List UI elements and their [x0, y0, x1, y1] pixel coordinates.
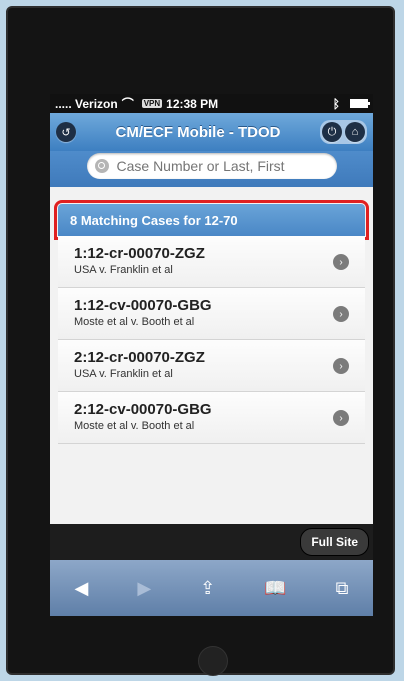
chevron-right-icon: ›	[333, 410, 349, 426]
browser-back-icon[interactable]: ◀	[74, 578, 88, 599]
case-parties: Moste et al v. Booth et al	[74, 316, 195, 328]
search-bar	[50, 151, 373, 187]
power-icon[interactable]: ⏻	[322, 122, 342, 142]
case-number: 1:12-cr-00070-ZGZ	[74, 245, 205, 262]
case-number: 1:12-cv-00070-GBG	[74, 297, 212, 314]
share-icon[interactable]: ⇪	[200, 578, 215, 599]
list-item[interactable]: 1:12-cr-00070-ZGZ USA v. Franklin et al …	[58, 236, 365, 288]
page-title: CM/ECF Mobile - TDOD	[115, 123, 281, 141]
back-icon[interactable]: ↺	[56, 122, 76, 142]
bluetooth-icon: ᛒ	[332, 96, 340, 111]
phone-frame: ..... Verizon ⌒ VPN 12:38 PM ᛒ ↺ CM/ECF …	[6, 6, 395, 676]
search-field[interactable]	[86, 153, 337, 179]
case-parties: Moste et al v. Booth et al	[74, 420, 195, 432]
search-input[interactable]	[114, 157, 319, 175]
carrier-label: ..... Verizon	[55, 96, 118, 111]
chevron-right-icon: ›	[333, 358, 349, 374]
case-number: 2:12-cv-00070-GBG	[74, 401, 212, 418]
phone-screen: ..... Verizon ⌒ VPN 12:38 PM ᛒ ↺ CM/ECF …	[50, 94, 373, 616]
chevron-right-icon: ›	[333, 254, 349, 270]
case-parties: USA v. Franklin et al	[74, 264, 173, 276]
browser-forward-icon[interactable]: ▶	[137, 578, 151, 599]
browser-toolbar: ◀ ▶ ⇪ 📖 ⧉	[50, 560, 373, 616]
chevron-right-icon: ›	[333, 306, 349, 322]
list-item[interactable]: 2:12-cv-00070-GBG Moste et al v. Booth e…	[58, 392, 365, 444]
home-hardware-button[interactable]	[198, 646, 228, 676]
clock: 12:38 PM	[166, 96, 219, 111]
full-site-button[interactable]: Full Site	[300, 528, 369, 556]
status-bar: ..... Verizon ⌒ VPN 12:38 PM ᛒ	[50, 94, 373, 113]
case-number: 2:12-cr-00070-ZGZ	[74, 349, 205, 366]
list-item[interactable]: 1:12-cv-00070-GBG Moste et al v. Booth e…	[58, 288, 365, 340]
app-header: ↺ CM/ECF Mobile - TDOD ⏻ ⌂	[50, 113, 373, 151]
list-item[interactable]: 2:12-cr-00070-ZGZ USA v. Franklin et al …	[58, 340, 365, 392]
battery-icon	[350, 99, 370, 108]
page-footer: Full Site	[50, 524, 373, 560]
wifi-icon: ⌒	[121, 97, 134, 111]
results-list: 8 Matching Cases for 12-70 1:12-cr-00070…	[50, 187, 373, 444]
search-icon	[94, 159, 109, 173]
list-header: 8 Matching Cases for 12-70	[54, 200, 369, 240]
home-icon[interactable]: ⌂	[345, 122, 365, 142]
header-button-group: ⏻ ⌂	[320, 120, 367, 144]
bookmarks-icon[interactable]: 📖	[264, 578, 286, 599]
vpn-badge: VPN	[141, 99, 163, 108]
tabs-icon[interactable]: ⧉	[336, 578, 349, 599]
case-parties: USA v. Franklin et al	[74, 368, 173, 380]
